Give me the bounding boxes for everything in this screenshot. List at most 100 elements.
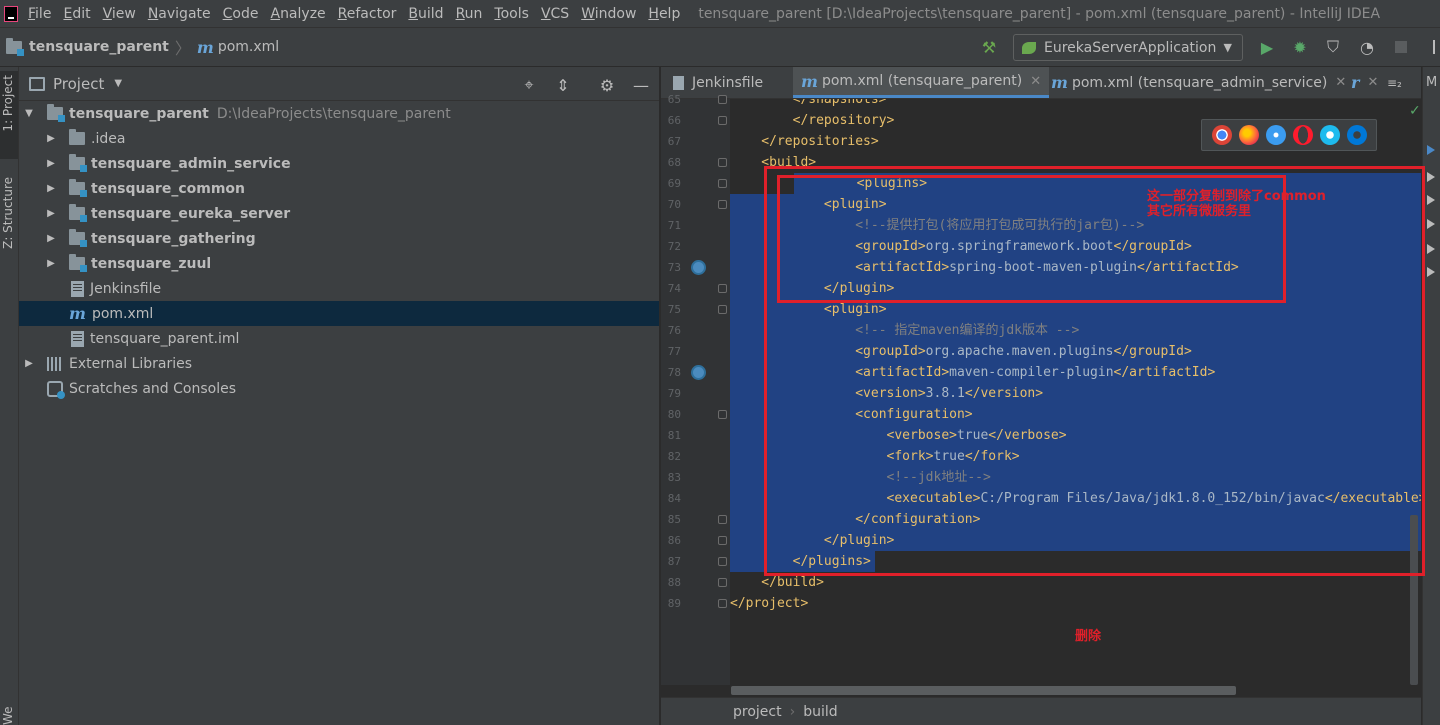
- menu-edit[interactable]: Edit: [63, 6, 90, 22]
- tree-item-root[interactable]: ▼ tensquare_parent D:\IdeaProjects\tensq…: [19, 101, 659, 126]
- collapsed-arrow-icon[interactable]: ▶: [45, 233, 57, 244]
- collapsed-arrow-icon[interactable]: ▶: [45, 258, 57, 269]
- collapse-all-icon[interactable]: ⇕: [553, 75, 573, 95]
- nav-crumb-project[interactable]: tensquare_parent: [6, 37, 169, 56]
- menu-analyze[interactable]: Analyze: [270, 6, 325, 22]
- fold-marker-icon[interactable]: [718, 305, 727, 314]
- breadcrumb-build[interactable]: build: [803, 704, 837, 720]
- editor-gutter: 65 66 67 68 69 70 71 72 73 74 75 76 77 78 79 80 81 82 83 84…: [661, 93, 730, 685]
- override-marker-icon[interactable]: [691, 365, 706, 380]
- tree-item-external-libraries[interactable]: ▶ External Libraries: [19, 351, 659, 376]
- tool-tab-structure[interactable]: Z: Structure: [1, 177, 15, 249]
- run-config-select[interactable]: EurekaServerApplication ▼: [1013, 34, 1243, 61]
- internet-explorer-icon[interactable]: [1319, 125, 1340, 145]
- menu-navigate[interactable]: Navigate: [148, 6, 211, 22]
- line-number: 69: [667, 177, 681, 190]
- collapsed-arrow-icon[interactable]: ▶: [45, 208, 57, 219]
- debug-bug-icon[interactable]: ✹: [1289, 36, 1311, 58]
- tab-pom-admin[interactable]: m pom.xml (tensquare_admin_service) ✕: [1043, 67, 1354, 98]
- fold-marker-icon[interactable]: [718, 179, 727, 188]
- line-number: 73: [667, 261, 681, 274]
- close-icon[interactable]: ✕: [1367, 75, 1378, 90]
- collapsed-arrow-icon[interactable]: ▶: [23, 358, 35, 369]
- module-folder-icon: [69, 204, 87, 222]
- gear-icon[interactable]: ⚙: [597, 75, 617, 95]
- tab-truncated[interactable]: r ✕: [1343, 67, 1386, 98]
- tree-item-jenkinsfile[interactable]: Jenkinsfile: [19, 276, 659, 301]
- tree-item-admin-service[interactable]: ▶ tensquare_admin_service: [19, 151, 659, 176]
- close-icon[interactable]: ✕: [1030, 74, 1041, 89]
- run-icon[interactable]: ▶: [1256, 36, 1278, 58]
- fold-marker-icon[interactable]: [718, 158, 727, 167]
- search-everywhere-icon[interactable]: [1428, 36, 1440, 58]
- line-number: 87: [667, 555, 681, 568]
- tab-label: Jenkinsfile: [692, 74, 764, 91]
- override-marker-icon[interactable]: [691, 260, 706, 275]
- menu-code[interactable]: Code: [223, 6, 259, 22]
- breadcrumb-project[interactable]: project: [733, 704, 782, 720]
- menu-build[interactable]: Build: [408, 6, 443, 22]
- build-hammer-icon[interactable]: ⚒: [978, 36, 1000, 58]
- fold-marker-icon[interactable]: [718, 578, 727, 587]
- coverage-shield-icon[interactable]: ⛉: [1322, 36, 1344, 58]
- stop-icon[interactable]: [1390, 36, 1412, 58]
- menu-window[interactable]: Window: [581, 6, 636, 22]
- maven-icon: m: [196, 37, 214, 57]
- safari-icon[interactable]: [1265, 125, 1286, 145]
- opera-icon[interactable]: [1292, 125, 1313, 145]
- fold-marker-icon[interactable]: [718, 116, 727, 125]
- nav-crumb-file[interactable]: m pom.xml: [197, 38, 279, 57]
- tree-item-idea[interactable]: ▶ .idea: [19, 126, 659, 151]
- fold-marker-icon[interactable]: [718, 599, 727, 608]
- menu-vcs[interactable]: VCS: [541, 6, 569, 22]
- fold-marker-icon[interactable]: [718, 557, 727, 566]
- tree-item-common[interactable]: ▶ tensquare_common: [19, 176, 659, 201]
- project-tool-window: Project ▼ ⌖ ⇕ ⚙ — ▼ tensquare_parent D:\…: [19, 67, 660, 725]
- tabs-overflow-button[interactable]: ≡₂: [1383, 67, 1406, 98]
- tool-tab-web[interactable]: Web: [1, 707, 15, 725]
- fold-marker-icon[interactable]: [718, 410, 727, 419]
- scroll-marker-icon: [1427, 195, 1435, 205]
- hide-panel-icon[interactable]: —: [631, 75, 651, 95]
- menu-run[interactable]: Run: [456, 6, 483, 22]
- collapsed-arrow-icon[interactable]: ▶: [45, 183, 57, 194]
- fold-marker-icon[interactable]: [718, 200, 727, 209]
- chevron-down-icon[interactable]: ▼: [114, 78, 122, 89]
- tab-pom-parent[interactable]: m pom.xml (tensquare_parent) ✕: [793, 67, 1050, 98]
- project-view-title[interactable]: Project: [53, 75, 104, 93]
- tool-tab-project[interactable]: 1: Project: [1, 75, 15, 132]
- tree-item-pom-xml[interactable]: m pom.xml: [19, 301, 659, 326]
- fold-marker-icon[interactable]: [718, 515, 727, 524]
- menu-refactor[interactable]: Refactor: [338, 6, 397, 22]
- tree-item-iml[interactable]: tensquare_parent.iml: [19, 326, 659, 351]
- chrome-icon[interactable]: [1211, 125, 1232, 145]
- tree-item-zuul[interactable]: ▶ tensquare_zuul: [19, 251, 659, 276]
- maven-tool-tab[interactable]: M: [1426, 75, 1437, 90]
- menu-view[interactable]: View: [103, 6, 136, 22]
- firefox-icon[interactable]: [1238, 125, 1259, 145]
- inspection-ok-check-icon[interactable]: ✓: [1409, 103, 1421, 119]
- tree-item-label: tensquare_eureka_server: [91, 205, 291, 222]
- line-number: 83: [667, 471, 681, 484]
- tree-item-gathering[interactable]: ▶ tensquare_gathering: [19, 226, 659, 251]
- tree-item-eureka-server[interactable]: ▶ tensquare_eureka_server: [19, 201, 659, 226]
- tree-item-label: Jenkinsfile: [90, 280, 162, 297]
- expanded-arrow-icon[interactable]: ▼: [23, 108, 35, 119]
- tree-item-scratches[interactable]: Scratches and Consoles: [19, 376, 659, 401]
- folder-icon: [69, 129, 85, 145]
- fold-marker-icon[interactable]: [718, 95, 727, 104]
- scroll-marker-icon: [1427, 145, 1435, 155]
- menu-tools[interactable]: Tools: [494, 6, 529, 22]
- tree-item-label: tensquare_parent: [69, 105, 209, 122]
- profiler-icon[interactable]: ◔: [1356, 36, 1378, 58]
- edge-icon[interactable]: [1346, 125, 1367, 145]
- menu-help[interactable]: Help: [648, 6, 680, 22]
- line-number: 75: [667, 303, 681, 316]
- fold-marker-icon[interactable]: [718, 536, 727, 545]
- horizontal-scrollbar[interactable]: [731, 686, 1236, 695]
- collapsed-arrow-icon[interactable]: ▶: [45, 133, 57, 144]
- fold-marker-icon[interactable]: [718, 284, 727, 293]
- locate-crosshair-icon[interactable]: ⌖: [519, 75, 539, 95]
- menu-file[interactable]: File: [28, 6, 51, 22]
- collapsed-arrow-icon[interactable]: ▶: [45, 158, 57, 169]
